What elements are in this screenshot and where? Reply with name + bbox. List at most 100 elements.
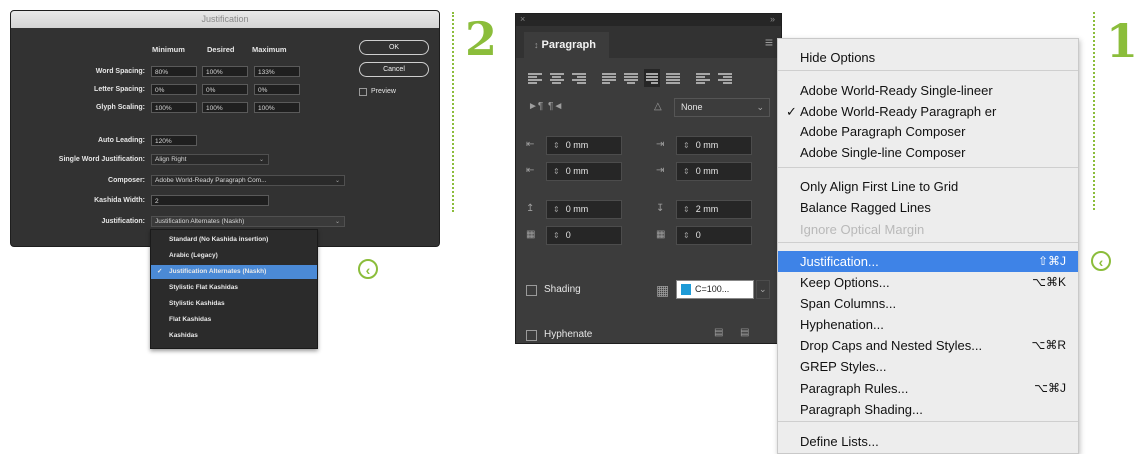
- left-indent-field[interactable]: ⇕ 0 mm: [546, 136, 622, 155]
- menu-item-paragraph-shading[interactable]: Paragraph Shading...: [778, 399, 1078, 420]
- dropdown-option-standard[interactable]: Standard (No Kashida insertion): [151, 233, 317, 247]
- right-indent-field[interactable]: ⇕ 0 mm: [676, 136, 752, 155]
- direction-value: None: [681, 102, 703, 112]
- chevron-down-icon: ⌄: [334, 178, 340, 184]
- menu-item-keep-options[interactable]: Keep Options... ⌥⌘K: [778, 272, 1078, 293]
- direction-select[interactable]: None ⌄: [674, 98, 770, 117]
- header-minimum: Minimum: [152, 45, 185, 54]
- word-spacing-max-field[interactable]: 133%: [254, 66, 300, 77]
- stepper-icon[interactable]: ⇕: [553, 205, 560, 214]
- drop-cap-lines-value: 0: [565, 230, 571, 240]
- justify-all-icon[interactable]: [666, 72, 680, 84]
- justify-right-icon[interactable]: [644, 69, 660, 87]
- menu-item-balance-ragged-lines[interactable]: Balance Ragged Lines: [778, 197, 1078, 218]
- kashida-width-field[interactable]: 2: [151, 195, 269, 206]
- shading-dropdown[interactable]: ⌄: [756, 280, 770, 299]
- menu-item-shortcut: ⌥⌘J: [1034, 381, 1066, 395]
- menu-item-shortcut: ⌥⌘K: [1032, 275, 1066, 289]
- align-towards-spine-icon[interactable]: [696, 72, 710, 84]
- menu-item-hide-options[interactable]: Hide Options: [778, 47, 1078, 68]
- menu-item-hyphenation[interactable]: Hyphenation...: [778, 314, 1078, 335]
- dropdown-option-stylistic-flat-kashidas[interactable]: Stylistic Flat Kashidas: [151, 281, 317, 295]
- letter-spacing-max-field[interactable]: 0%: [254, 84, 300, 95]
- dropdown-option-arabic-legacy[interactable]: Arabic (Legacy): [151, 249, 317, 263]
- menu-item-paragraph-rules[interactable]: Paragraph Rules... ⌥⌘J: [778, 378, 1078, 399]
- ltr-direction-icon[interactable]: ►¶: [528, 101, 543, 112]
- justify-left-icon[interactable]: [602, 72, 616, 84]
- rtl-direction-icon[interactable]: ¶◄: [548, 101, 563, 112]
- cancel-button[interactable]: Cancel: [359, 62, 429, 77]
- drop-cap-lines-field[interactable]: ⇕ 0: [546, 226, 622, 245]
- balance-lines-icon[interactable]: ▤: [714, 327, 723, 338]
- glyph-scaling-max-field[interactable]: 100%: [254, 102, 300, 113]
- space-before-field[interactable]: ⇕ 0 mm: [546, 200, 622, 219]
- menu-item-adobe-world-ready-paragraph-er[interactable]: ✓ Adobe World-Ready Paragraph er: [778, 101, 1078, 122]
- hyphenate-checkbox[interactable]: [526, 330, 537, 341]
- shading-swatch-icon[interactable]: ▦: [656, 282, 669, 299]
- letter-spacing-desired-field[interactable]: 0%: [202, 84, 248, 95]
- glyph-scaling-min-field[interactable]: 100%: [151, 102, 197, 113]
- drop-cap-chars-field[interactable]: ⇕ 0: [676, 226, 752, 245]
- menu-item-span-columns[interactable]: Span Columns...: [778, 293, 1078, 314]
- composer-select[interactable]: Adobe World-Ready Paragraph Com... ⌄: [151, 175, 345, 186]
- align-right-icon[interactable]: [572, 72, 586, 84]
- stepper-icon[interactable]: ⇕: [683, 167, 690, 176]
- collapse-icon[interactable]: »: [770, 14, 775, 24]
- menu-item-justification[interactable]: Justification... ⇧⌘J: [778, 251, 1078, 272]
- menu-item-label: Justification...: [800, 254, 879, 269]
- preview-checkbox[interactable]: [359, 88, 367, 96]
- menu-item-label: GREP Styles...: [800, 359, 887, 374]
- menu-item-adobe-single-line-composer[interactable]: Adobe Single-line Composer: [778, 142, 1078, 163]
- menu-item-only-align-first-line-to-grid[interactable]: Only Align First Line to Grid: [778, 176, 1078, 197]
- right-indent-icon: ⇥: [656, 139, 665, 150]
- stepper-icon[interactable]: ⇕: [553, 167, 560, 176]
- chevron-down-icon: ⌄: [334, 219, 340, 225]
- word-spacing-desired-field[interactable]: 100%: [202, 66, 248, 77]
- first-line-indent-field[interactable]: ⇕ 0 mm: [546, 162, 622, 181]
- last-line-indent-icon: ⇥: [656, 165, 665, 176]
- stepper-icon[interactable]: ⇕: [683, 205, 690, 214]
- divider-dotted-line: [1093, 12, 1095, 210]
- menu-item-adobe-world-ready-single-line-r[interactable]: Adobe World-Ready Single-lineеr: [778, 80, 1078, 101]
- panel-menu-icon[interactable]: ≡: [765, 34, 773, 50]
- letter-spacing-min-field[interactable]: 0%: [151, 84, 197, 95]
- align-away-spine-icon[interactable]: [718, 72, 732, 84]
- word-spacing-min-field[interactable]: 80%: [151, 66, 197, 77]
- menu-item-grep-styles[interactable]: GREP Styles...: [778, 356, 1078, 377]
- close-icon[interactable]: ×: [520, 14, 525, 24]
- last-line-indent-field[interactable]: ⇕ 0 mm: [676, 162, 752, 181]
- ok-button[interactable]: OK: [359, 40, 429, 55]
- stepper-icon[interactable]: ⇕: [683, 141, 690, 150]
- align-left-icon[interactable]: [528, 72, 542, 84]
- tab-paragraph[interactable]: ↕ Paragraph: [524, 32, 609, 58]
- stepper-icon[interactable]: ⇕: [553, 231, 560, 240]
- justify-center-icon[interactable]: [624, 72, 638, 84]
- space-after-icon: ↧: [656, 203, 665, 214]
- chevron-down-icon: ⌄: [759, 284, 767, 294]
- glyph-scaling-desired-field[interactable]: 100%: [202, 102, 248, 113]
- align-center-icon[interactable]: [550, 72, 564, 84]
- hyphenate-label: Hyphenate: [544, 329, 593, 340]
- shading-color-select[interactable]: C=100...: [676, 280, 754, 299]
- stepper-icon[interactable]: ⇕: [553, 141, 560, 150]
- panel-body: ►¶ ¶◄ △ None ⌄ ⇤ ⇕ 0 mm ⇥ ⇕ 0 mm ⇤ ⇕ 0 mm ⇥…: [516, 58, 781, 343]
- single-word-select[interactable]: Align Right ⌄: [151, 154, 269, 165]
- auto-leading-field[interactable]: 120%: [151, 135, 197, 146]
- dropdown-option-flat-kashidas[interactable]: Flat Kashidas: [151, 313, 317, 327]
- menu-item-drop-caps-and-nested-styles[interactable]: Drop Caps and Nested Styles... ⌥⌘R: [778, 335, 1078, 356]
- justification-select[interactable]: Justification Alternates (Naskh) ⌄: [151, 216, 345, 227]
- stepper-icon[interactable]: ⇕: [683, 231, 690, 240]
- space-after-field[interactable]: ⇕ 2 mm: [676, 200, 752, 219]
- option-label: Flat Kashidas: [169, 316, 212, 323]
- dropdown-option-kashidas[interactable]: Kashidas: [151, 329, 317, 343]
- column-icon[interactable]: ▤: [740, 327, 749, 338]
- menu-item-adobe-paragraph-composer[interactable]: Adobe Paragraph Composer: [778, 121, 1078, 142]
- auto-leading-label: Auto Leading:: [97, 137, 145, 144]
- dropdown-option-stylistic-kashidas[interactable]: Stylistic Kashidas: [151, 297, 317, 311]
- word-spacing-label: Word Spacing:: [95, 68, 145, 75]
- menu-item-define-lists[interactable]: Define Lists...: [778, 431, 1078, 452]
- shading-checkbox[interactable]: [526, 285, 537, 296]
- dropdown-option-justification-alternates[interactable]: ✓ Justification Alternates (Naskh): [151, 265, 317, 279]
- preview-label: Preview: [371, 88, 396, 95]
- step-number-1: 1: [1106, 14, 1139, 68]
